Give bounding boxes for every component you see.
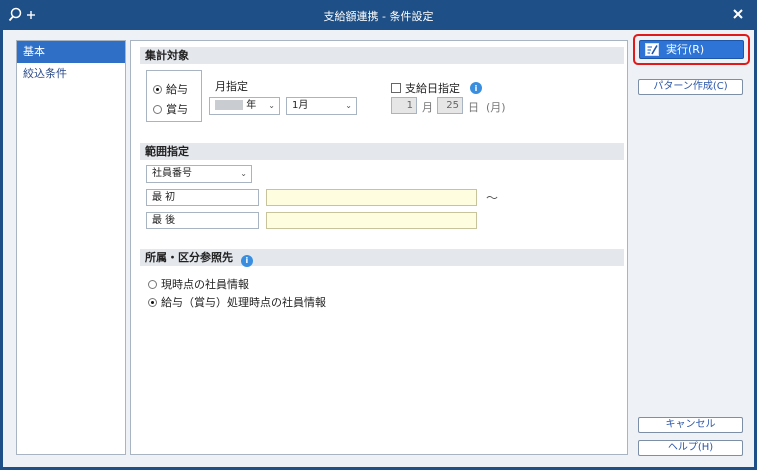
sidebar-item-filter[interactable]: 絞込条件 [17,63,125,85]
radio-current-employee[interactable]: 現時点の社員情報 [148,276,249,292]
pay-type-group: 給与 賞与 [146,70,202,122]
section-heading-range: 範囲指定 [140,143,624,160]
payday-day-field: 25 [437,97,463,114]
close-icon[interactable] [731,7,745,21]
info-icon[interactable]: i [470,82,482,94]
radio-processing-employee[interactable]: 給与（賞与）処理時点の社員情報 [148,294,326,310]
chevron-down-icon: ⌄ [345,101,352,110]
radio-bonus-dot [153,104,162,114]
radio-bonus-label: 賞与 [166,103,188,116]
sidebar: 基本 絞込条件 [16,40,126,455]
range-tilde: ～ [486,191,499,205]
radio-salary[interactable]: 給与 [153,81,188,97]
payday-day-unit: 日 [468,101,479,114]
radio-salary-dot [153,84,162,94]
radio-processing-dot [148,297,157,307]
payday-checkbox[interactable]: 支給日指定 i [391,80,482,96]
dept-heading-text: 所属・区分参照先 [145,251,233,264]
payday-note: (月) [486,101,506,114]
month-spec-label: 月指定 [215,80,248,93]
info-icon[interactable]: i [240,254,253,267]
payday-label: 支給日指定 [405,82,460,95]
month-select[interactable]: 1月 ⌄ [286,97,357,115]
cancel-button[interactable]: キャンセル [638,417,743,433]
range-last-input[interactable] [266,212,477,229]
year-value-redacted [215,100,243,110]
year-select[interactable]: 年 ⌄ [209,97,280,115]
title-bar: 支給額連携 - 条件設定 [0,0,757,30]
sidebar-item-basic[interactable]: 基本 [17,41,125,63]
main-panel: 集計対象 給与 賞与 月指定 年 ⌄ 1月 ⌄ 支給日指定 i 1 月 25 日… [130,40,628,455]
radio-current-dot [148,279,157,289]
month-select-value: 1月 [292,100,309,111]
dialog-window: 支給額連携 - 条件設定 基本 絞込条件 集計対象 給与 賞与 月指定 年 ⌄ … [0,0,757,470]
radio-current-label: 現時点の社員情報 [161,278,249,291]
section-heading-dept: 所属・区分参照先 i [140,249,624,267]
run-button[interactable]: 実行(R) [639,40,744,59]
chevron-down-icon: ⌄ [268,101,275,110]
pattern-create-button[interactable]: パターン作成(C) [638,79,743,95]
chevron-down-icon: ⌄ [240,169,247,178]
payday-month-field: 1 [391,97,417,114]
run-button-highlight: 実行(R) [633,34,750,65]
radio-processing-label: 給与（賞与）処理時点の社員情報 [161,296,326,309]
range-first-label: 最 初 [146,189,259,206]
range-last-label: 最 後 [146,212,259,229]
radio-salary-label: 給与 [166,83,188,96]
run-button-label: 実行(R) [666,43,705,56]
payday-month-unit: 月 [422,101,433,114]
dialog-body: 基本 絞込条件 集計対象 給与 賞与 月指定 年 ⌄ 1月 ⌄ 支給日指定 i … [3,30,754,467]
edit-icon [645,43,659,56]
help-button[interactable]: ヘルプ(H) [638,440,743,456]
range-first-input[interactable] [266,189,477,206]
checkbox-box [391,83,401,93]
year-suffix: 年 [246,100,257,111]
window-title: 支給額連携 - 条件設定 [323,10,434,23]
range-field-value: 社員番号 [152,168,192,179]
range-field-select[interactable]: 社員番号 ⌄ [146,165,252,183]
radio-bonus[interactable]: 賞与 [153,101,188,117]
section-heading-target: 集計対象 [140,47,624,64]
